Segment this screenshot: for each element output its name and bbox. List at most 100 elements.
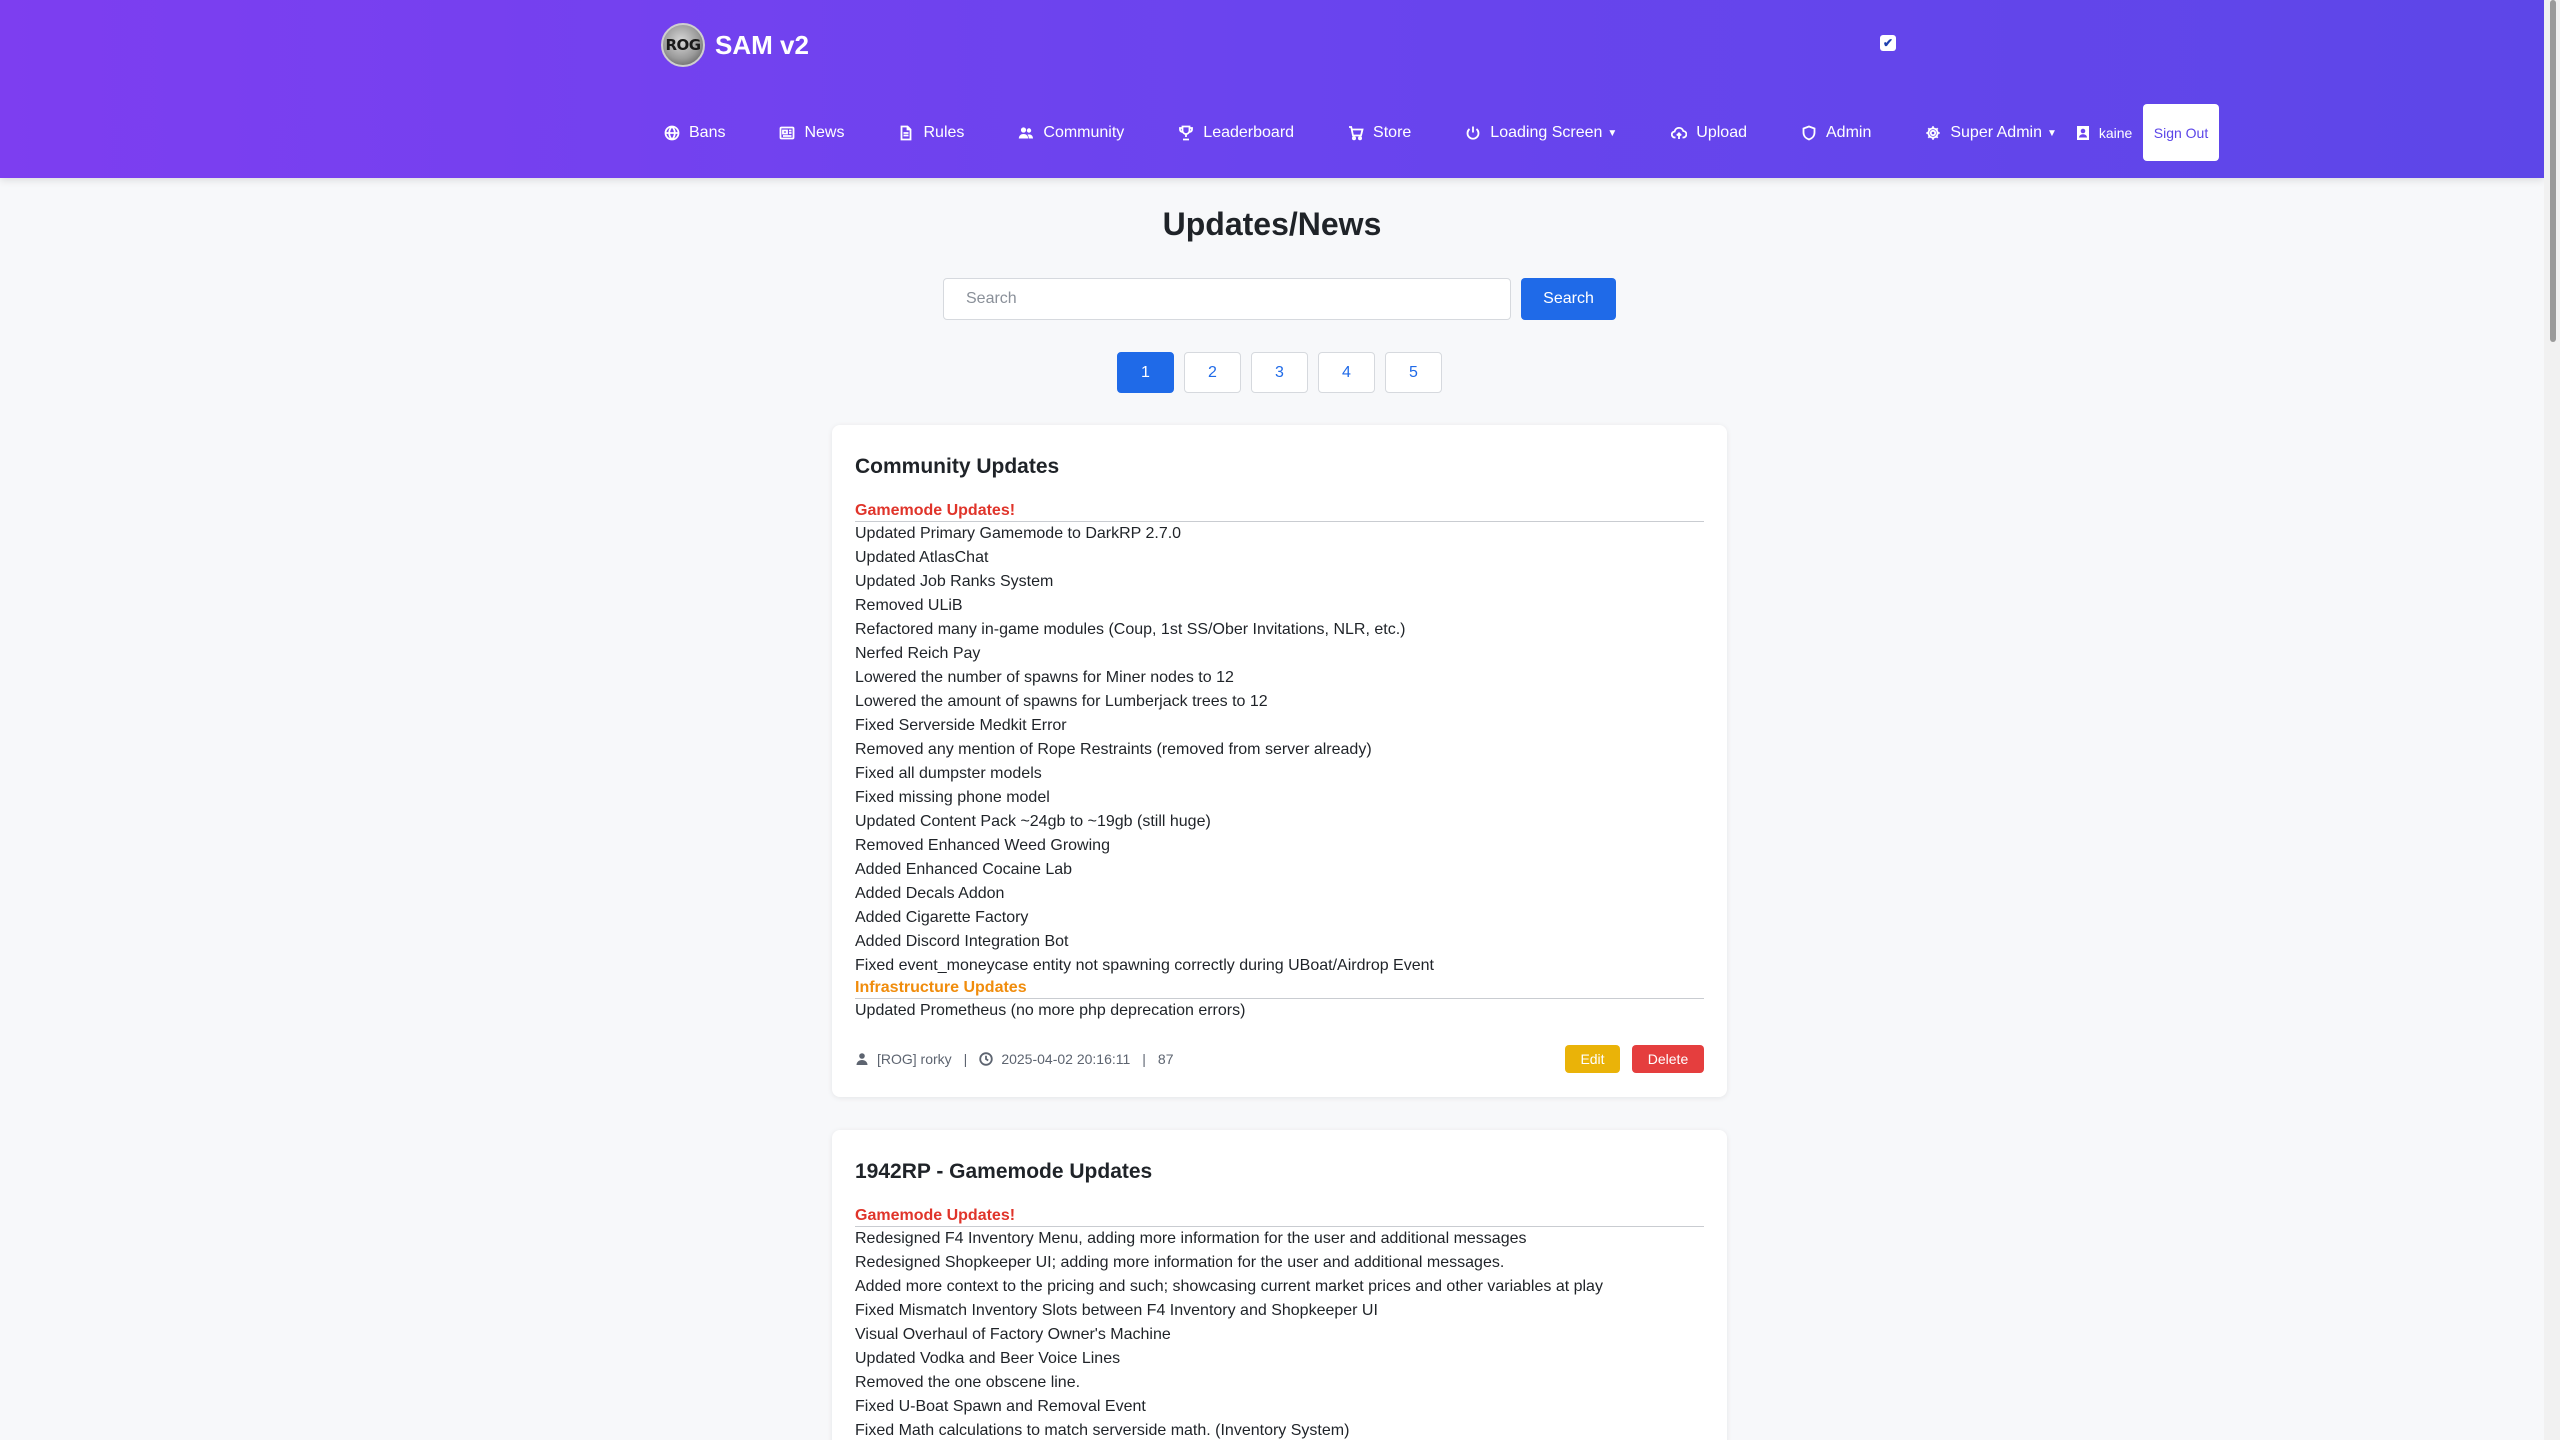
- nav-label: Upload: [1696, 124, 1747, 141]
- nav-upload[interactable]: Upload: [1671, 124, 1747, 142]
- pagination: 1 2 3 4 5: [1117, 352, 1442, 393]
- news-card-footer: [ROG] rorky | 2025-04-02 20:16:11 | 87 E…: [855, 1045, 1704, 1073]
- page-3-button[interactable]: 3: [1251, 352, 1308, 393]
- list-item: Updated Content Pack ~24gb to ~19gb (sti…: [855, 813, 1211, 830]
- search-input[interactable]: [943, 278, 1511, 320]
- list-item: Redesigned F4 Inventory Menu, adding mor…: [855, 1230, 1527, 1247]
- edit-button[interactable]: Edit: [1565, 1045, 1620, 1073]
- page-2-button[interactable]: 2: [1184, 352, 1241, 393]
- list-item: Fixed all dumpster models: [855, 765, 1042, 782]
- nav-news[interactable]: News: [779, 124, 844, 142]
- list-item: Removed the one obscene line.: [855, 1374, 1081, 1391]
- list-item: Nerfed Reich Pay: [855, 645, 981, 662]
- section-heading: Gamemode Updates!: [855, 1206, 1704, 1227]
- section-heading: Infrastructure Updates: [855, 978, 1704, 999]
- list-item: Updated Primary Gamemode to DarkRP 2.7.0: [855, 525, 1182, 542]
- list-item: Fixed Mismatch Inventory Slots between F…: [855, 1302, 1378, 1319]
- chevron-down-icon: ▼: [2046, 127, 2057, 139]
- nav-label: Leaderboard: [1203, 124, 1295, 141]
- nav-user[interactable]: kaine: [2075, 125, 2132, 141]
- post-meta: [ROG] rorky | 2025-04-02 20:16:11 | 87: [855, 1051, 1174, 1067]
- brand[interactable]: ROG SAM v2: [661, 23, 809, 67]
- nav-label: News: [804, 124, 845, 141]
- list-item: Fixed missing phone model: [855, 789, 1050, 806]
- document-icon: [901, 125, 912, 141]
- list-item: Added Enhanced Cocaine Lab: [855, 861, 1073, 878]
- nav-super-admin[interactable]: Super Admin ▼: [1925, 124, 2057, 142]
- update-list: Updated Primary Gamemode to DarkRP 2.7.0…: [855, 522, 1704, 978]
- search-button[interactable]: Search: [1521, 278, 1616, 320]
- list-item: Lowered the amount of spawns for Lumberj…: [855, 693, 1268, 710]
- delete-button[interactable]: Delete: [1632, 1045, 1704, 1073]
- list-item: Removed any mention of Rope Restraints (…: [855, 741, 1372, 758]
- check-glyph: ✔: [1882, 36, 1894, 50]
- list-item: Updated Vodka and Beer Voice Lines: [855, 1350, 1121, 1367]
- top-navbar: ROG SAM v2 ✔ Bans News Rules Community L…: [0, 0, 2544, 178]
- sign-out-button[interactable]: Sign Out: [2143, 104, 2219, 161]
- list-item: Updated Prometheus (no more php deprecat…: [855, 1002, 1246, 1019]
- cloud-upload-icon: [1671, 127, 1688, 139]
- scrollbar-thumb[interactable]: [2550, 0, 2556, 342]
- news-card-title: Community Updates: [855, 455, 1060, 478]
- power-icon: [1466, 126, 1480, 140]
- list-item: Added Cigarette Factory: [855, 909, 1029, 926]
- clock-icon: [979, 1052, 994, 1066]
- list-item: Fixed Math calculations to match servers…: [855, 1422, 1350, 1439]
- page-4-button[interactable]: 4: [1318, 352, 1375, 393]
- brand-title: SAM v2: [715, 29, 809, 60]
- user-icon: [856, 1053, 868, 1065]
- user-name: kaine: [2098, 125, 2133, 141]
- nav-label: Rules: [923, 124, 965, 141]
- page-1-button[interactable]: 1: [1117, 352, 1174, 393]
- update-list: Redesigned F4 Inventory Menu, adding mor…: [855, 1227, 1704, 1440]
- nav-rules[interactable]: Rules: [898, 124, 964, 142]
- nav-label: Community: [1043, 124, 1125, 141]
- verified-check-icon: ✔: [1880, 35, 1896, 51]
- list-item: Added Decals Addon: [855, 885, 1005, 902]
- list-item: Refactored many in-game modules (Coup, 1…: [855, 621, 1406, 638]
- list-item: Fixed event_moneycase entity not spawnin…: [855, 957, 1434, 974]
- list-item: Redesigned Shopkeeper UI; adding more in…: [855, 1254, 1505, 1271]
- nav-admin[interactable]: Admin: [1801, 124, 1871, 142]
- nav-bans[interactable]: Bans: [664, 124, 725, 142]
- list-item: Updated Job Ranks System: [855, 573, 1054, 590]
- news-card: Community Updates Gamemode Updates! Upda…: [832, 425, 1727, 1097]
- section-heading: Gamemode Updates!: [855, 501, 1704, 522]
- nav-loading-screen[interactable]: Loading Screen ▼: [1465, 124, 1617, 142]
- list-item: Added Discord Integration Bot: [855, 933, 1069, 950]
- list-item: Removed Enhanced Weed Growing: [855, 837, 1110, 854]
- user-badge-icon: [2076, 126, 2089, 140]
- users-icon: [1019, 127, 1034, 139]
- list-item: Fixed U-Boat Spawn and Removal Event: [855, 1398, 1146, 1415]
- page-title: Updates/News: [1162, 206, 1382, 242]
- nav-label: Super Admin: [1950, 124, 2042, 141]
- rog-logo-text: ROG: [665, 36, 701, 54]
- news-card-title: 1942RP - Gamemode Updates: [855, 1160, 1153, 1183]
- shield-icon: [1802, 125, 1816, 141]
- update-list: Updated Prometheus (no more php deprecat…: [855, 999, 1704, 1023]
- nav-label: Store: [1373, 124, 1412, 141]
- nav-label: Loading Screen: [1490, 124, 1603, 141]
- post-author: [ROG] rorky: [877, 1051, 952, 1067]
- main-nav: Bans News Rules Community Leaderboard St…: [664, 103, 2144, 163]
- list-item: Visual Overhaul of Factory Owner's Machi…: [855, 1326, 1171, 1343]
- page-5-button[interactable]: 5: [1385, 352, 1442, 393]
- chevron-down-icon: ▼: [1607, 127, 1618, 139]
- list-item: Added more context to the pricing and su…: [855, 1278, 1603, 1295]
- list-item: Updated AtlasChat: [855, 549, 989, 566]
- list-item: Fixed Serverside Medkit Error: [855, 717, 1067, 734]
- list-item: Lowered the number of spawns for Miner n…: [855, 669, 1234, 686]
- post-date: 2025-04-02 20:16:11: [1001, 1051, 1131, 1067]
- cart-icon: [1349, 126, 1364, 141]
- globe-icon: [664, 125, 680, 141]
- trophy-icon: [1179, 125, 1194, 141]
- nav-store[interactable]: Store: [1348, 124, 1411, 142]
- nav-label: Admin: [1826, 124, 1872, 141]
- gear-icon: [1926, 126, 1941, 140]
- nav-leaderboard[interactable]: Leaderboard: [1178, 124, 1294, 142]
- nav-community[interactable]: Community: [1018, 124, 1124, 142]
- list-item: Removed ULiB: [855, 597, 963, 614]
- post-actions: Edit Delete: [1565, 1045, 1704, 1073]
- news-card: 1942RP - Gamemode Updates Gamemode Updat…: [832, 1130, 1727, 1440]
- rog-logo: ROG: [661, 23, 705, 67]
